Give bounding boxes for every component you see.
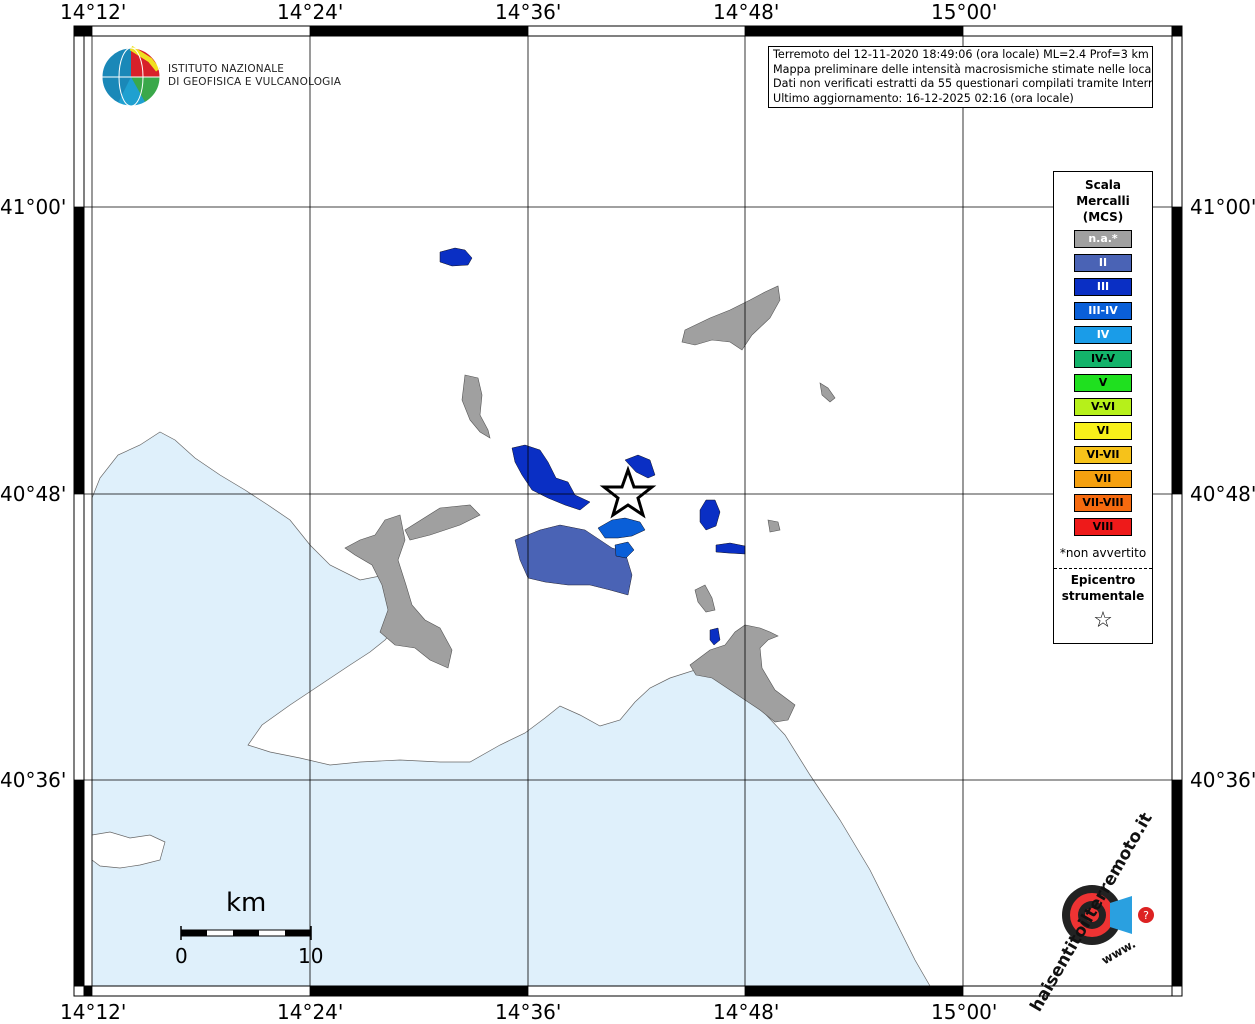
legend-item: III (1074, 278, 1132, 296)
legend-item: VII (1074, 470, 1132, 488)
legend-item: V (1074, 374, 1132, 392)
axis-right-label: 40°36' (1190, 768, 1255, 792)
axis-right-label: 40°48' (1190, 482, 1255, 506)
event-info-line: Terremoto del 12-11-2020 18:49:06 (ora l… (773, 48, 1149, 61)
legend-item: VI (1074, 422, 1132, 440)
event-info-line: Mappa preliminare delle intensità macros… (773, 62, 1153, 76)
legend-star-icon: ☆ (1093, 608, 1113, 633)
ingv-line1: ISTITUTO NAZIONALE (168, 63, 285, 75)
axis-left-label: 40°48' (0, 482, 67, 506)
legend-title-line: Scala (1084, 178, 1122, 192)
axis-left-label: 41°00' (0, 195, 67, 219)
ingv-logo-icon (101, 45, 161, 107)
axis-bottom-label: 15°00' (931, 1000, 998, 1024)
ingv-line2: DI GEOFISICA E VULCANOLOGIA (168, 76, 342, 88)
intensity-legend: Scala Mercalli (MCS) n.a.* II III III-IV IV I… (1053, 171, 1153, 644)
legend-item: VIII (1074, 518, 1132, 536)
axis-bottom-label: 14°48' (713, 1000, 780, 1024)
legend-epicenter-line: Epicentro (1070, 573, 1136, 587)
legend-item: VII-VIII (1074, 494, 1132, 512)
legend-epicenter-label: Epicentro strumentale (1054, 572, 1152, 604)
axis-top-label: 14°12' (60, 0, 127, 24)
scale-start: 0 (175, 944, 188, 968)
legend-title: Scala Mercalli (MCS) (1054, 177, 1152, 225)
legend-item: IV (1074, 326, 1132, 344)
event-info-line: Ultimo aggiornamento: 16-12-2025 02:16 (… (773, 91, 1074, 105)
axis-bottom-label: 14°24' (277, 1000, 344, 1024)
scale-unit: km (226, 888, 267, 918)
legend-divider (1054, 568, 1152, 569)
legend-title-line: (MCS) (1082, 210, 1124, 224)
axis-bottom-label: 14°12' (60, 1000, 127, 1024)
legend-item: VI-VII (1074, 446, 1132, 464)
event-info-line: Dati non verificati estratti da 55 quest… (773, 77, 1153, 90)
axis-top-label: 14°48' (713, 0, 780, 24)
legend-item: III-IV (1074, 302, 1132, 320)
legend-epicenter-line: strumentale (1061, 589, 1145, 603)
axis-left-label: 40°36' (0, 768, 67, 792)
axis-right-label: 41°00' (1190, 195, 1255, 219)
legend-title-line: Mercalli (1076, 194, 1130, 208)
legend-item: V-VI (1074, 398, 1132, 416)
legend-note: *non avvertito (1059, 546, 1147, 560)
axis-top-label: 14°24' (277, 0, 344, 24)
svg-text:?: ? (1143, 909, 1149, 922)
axis-bottom-label: 14°36' (495, 1000, 562, 1024)
scale-end: 10 (298, 944, 324, 968)
legend-item: n.a.* (1074, 230, 1132, 248)
legend-item: IV-V (1074, 350, 1132, 368)
axis-top-label: 15°00' (931, 0, 998, 24)
axis-top-label: 14°36' (495, 0, 562, 24)
ingv-logo-text: ISTITUTO NAZIONALE DI GEOFISICA E VULCAN… (168, 63, 341, 89)
legend-item: II (1074, 254, 1132, 272)
event-info-box: Terremoto del 12-11-2020 18:49:06 (ora l… (768, 46, 1153, 108)
